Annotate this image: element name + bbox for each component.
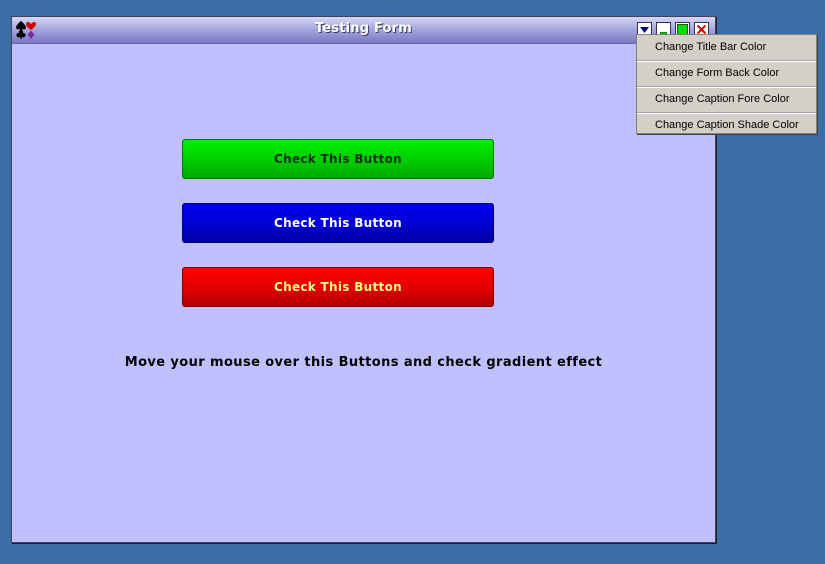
- red-gradient-button[interactable]: Check This Button: [182, 267, 494, 307]
- testing-form-window: Testing Form Check This Button Check Thi…: [11, 16, 716, 543]
- instruction-label: Move your mouse over this Buttons and ch…: [124, 355, 603, 370]
- window-title: Testing Form: [314, 21, 413, 36]
- menu-item-caption-fore-color[interactable]: Change Caption Fore Color: [637, 88, 816, 113]
- menu-item-form-back-color[interactable]: Change Form Back Color: [637, 62, 816, 87]
- title-color-menu: Change Title Bar Color Change Form Back …: [636, 34, 817, 134]
- green-gradient-button[interactable]: Check This Button: [182, 139, 494, 179]
- blue-gradient-button[interactable]: Check This Button: [182, 203, 494, 243]
- title-bar[interactable]: Testing Form: [12, 17, 715, 44]
- menu-item-title-bar-color[interactable]: Change Title Bar Color: [637, 36, 816, 61]
- menu-item-caption-shade-color[interactable]: Change Caption Shade Color: [637, 114, 816, 138]
